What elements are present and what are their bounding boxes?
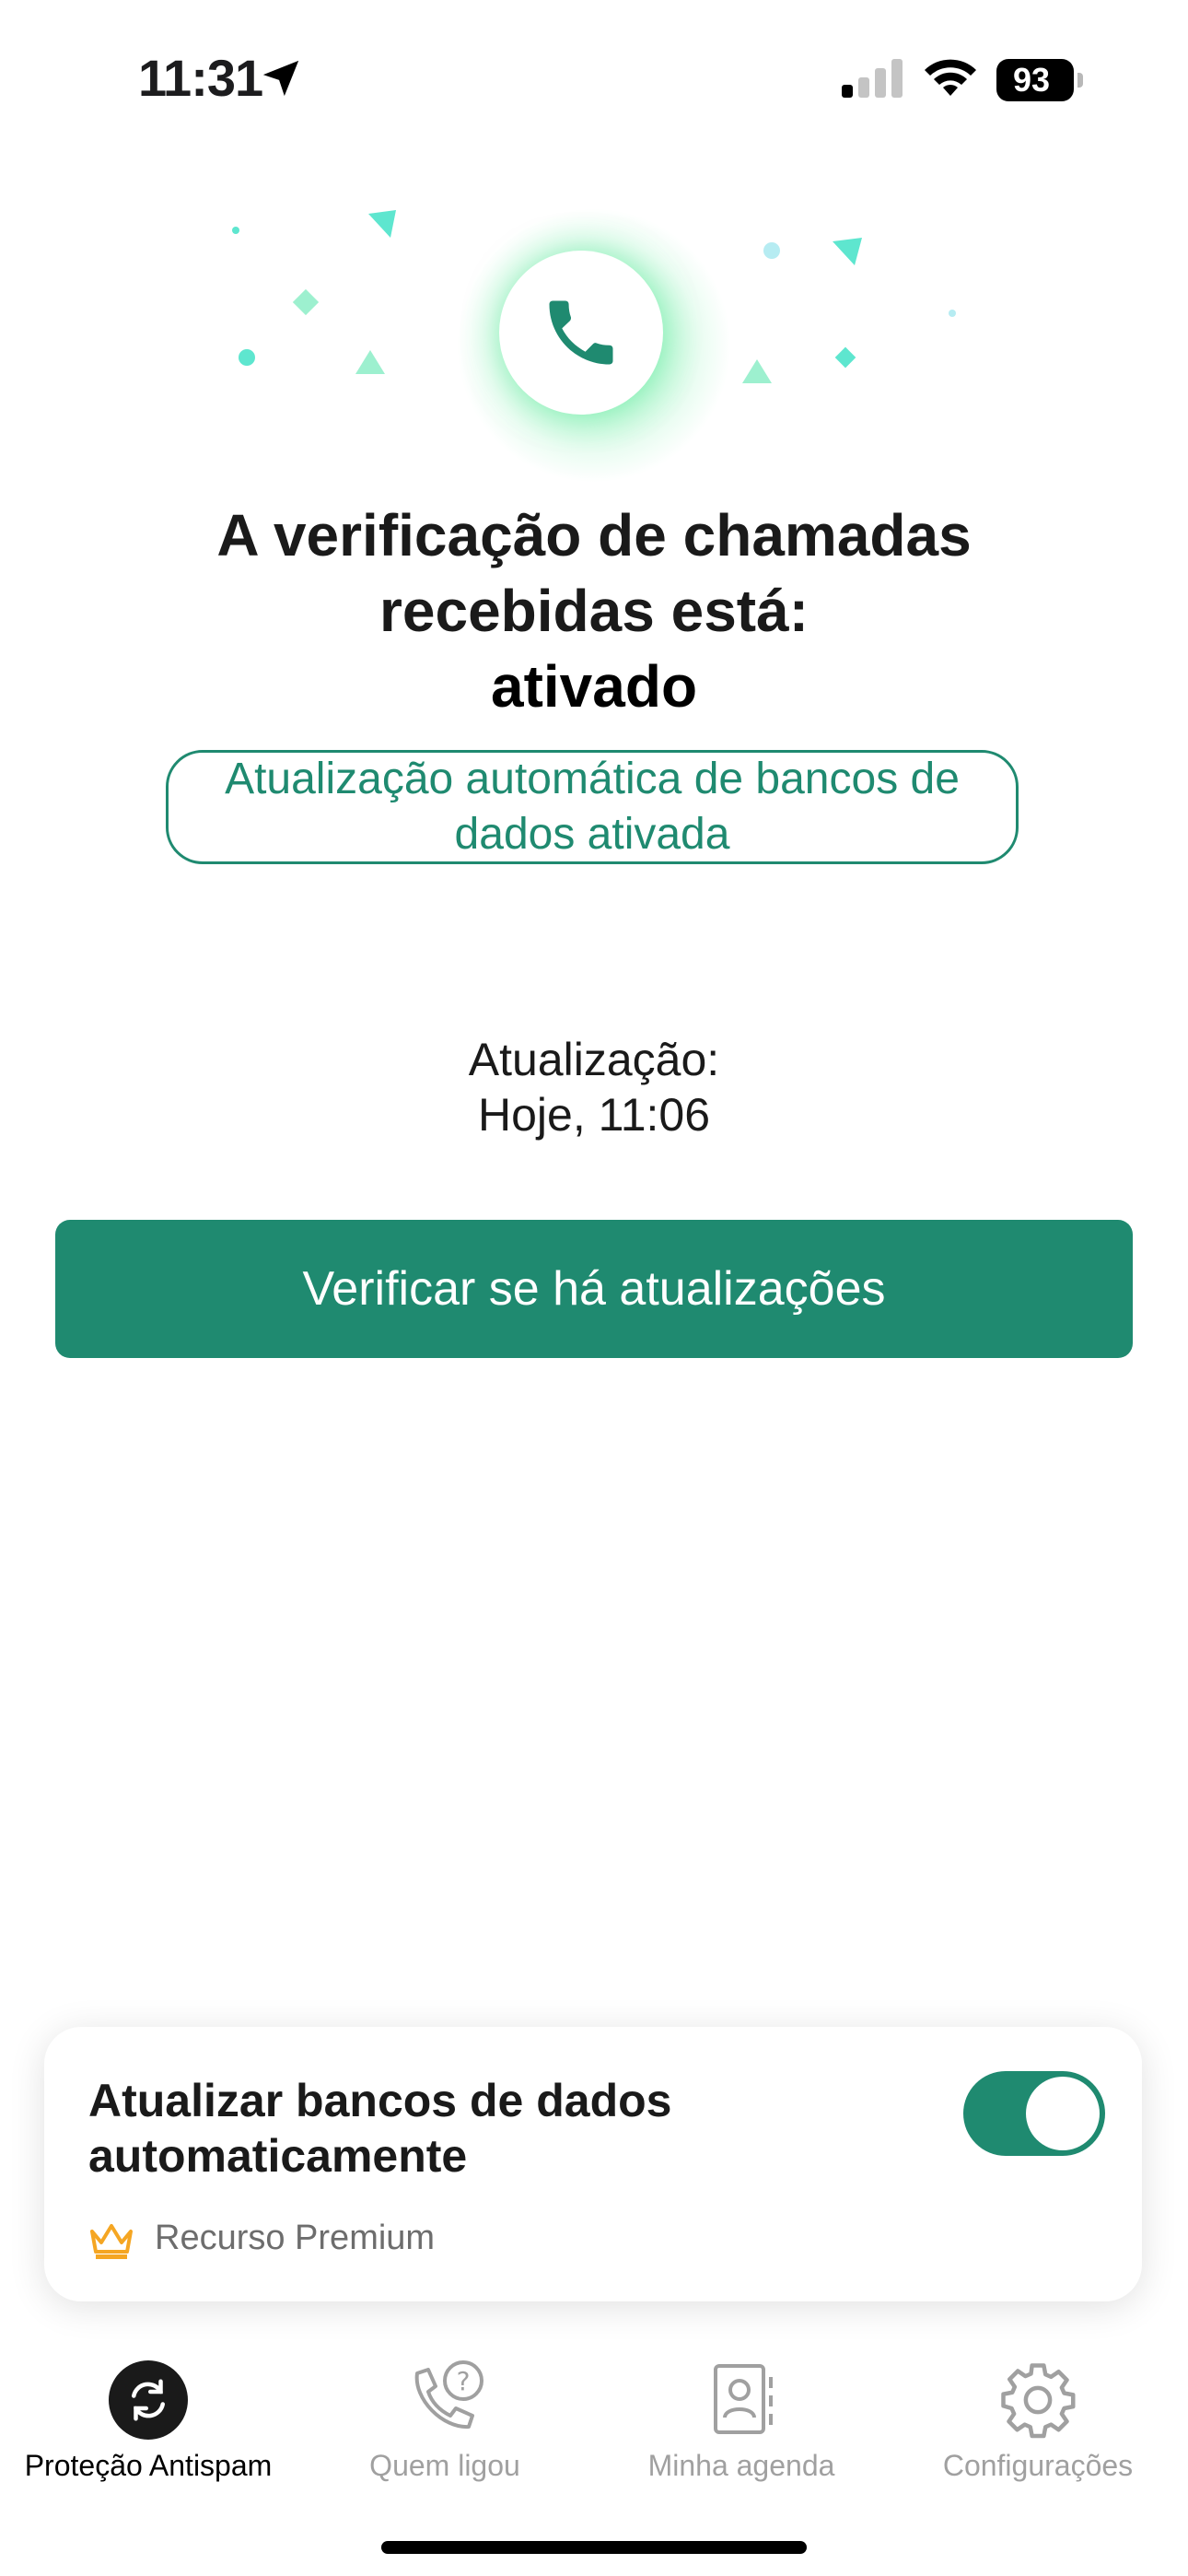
crown-icon — [90, 2224, 133, 2259]
tab-label: Minha agenda — [647, 2449, 835, 2482]
sync-icon — [132, 2379, 165, 2421]
tab-active-indicator — [109, 2360, 188, 2440]
auto-update-title: Atualizar bancos de dados automaticament… — [88, 2075, 672, 2182]
call-check-status: ativado — [490, 653, 698, 720]
tab-who-called[interactable]: ? Quem ligou — [297, 2359, 593, 2483]
status-time: 11:31 — [138, 49, 263, 107]
location-arrow-icon — [262, 60, 299, 97]
phone-question-icon: ? — [414, 2360, 483, 2430]
cellular-signal-icon — [842, 59, 903, 98]
gear-icon — [1001, 2363, 1076, 2439]
home-indicator — [381, 2541, 807, 2554]
page-title: A verificação de chamadas recebidas está… — [92, 498, 1096, 724]
tab-label: Configurações — [942, 2449, 1134, 2482]
last-update-label: Atualização: — [468, 1034, 720, 1085]
contacts-book-icon — [714, 2364, 773, 2434]
toggle-knob — [1026, 2077, 1100, 2150]
auto-update-status-badge: Atualização automática de bancos de dado… — [166, 750, 1019, 864]
phone-icon — [549, 300, 613, 365]
last-update-info: Atualização: Hoje, 11:06 — [276, 1032, 912, 1142]
premium-feature-label: Recurso Premium — [155, 2219, 436, 2257]
title-line-1: A verificação de chamadas — [216, 502, 972, 568]
check-updates-button[interactable]: Verificar se há atualizações — [55, 1220, 1133, 1358]
battery-level: 93 — [1012, 61, 1051, 99]
tab-my-contacts[interactable]: Minha agenda — [593, 2359, 890, 2483]
tab-label: Proteção Antispam — [24, 2449, 273, 2482]
tab-settings[interactable]: Configurações — [890, 2359, 1186, 2483]
call-check-badge — [499, 251, 663, 415]
title-line-2: recebidas está: — [379, 578, 809, 644]
battery-indicator: 93 — [996, 59, 1085, 101]
tab-label: Quem ligou — [369, 2449, 520, 2482]
auto-update-toggle[interactable] — [963, 2071, 1105, 2156]
wifi-icon — [925, 59, 976, 96]
svg-text:?: ? — [457, 2366, 471, 2396]
tab-antispam-protection[interactable]: Proteção Antispam — [0, 2359, 297, 2483]
last-update-time: Hoje, 11:06 — [477, 1089, 711, 1141]
